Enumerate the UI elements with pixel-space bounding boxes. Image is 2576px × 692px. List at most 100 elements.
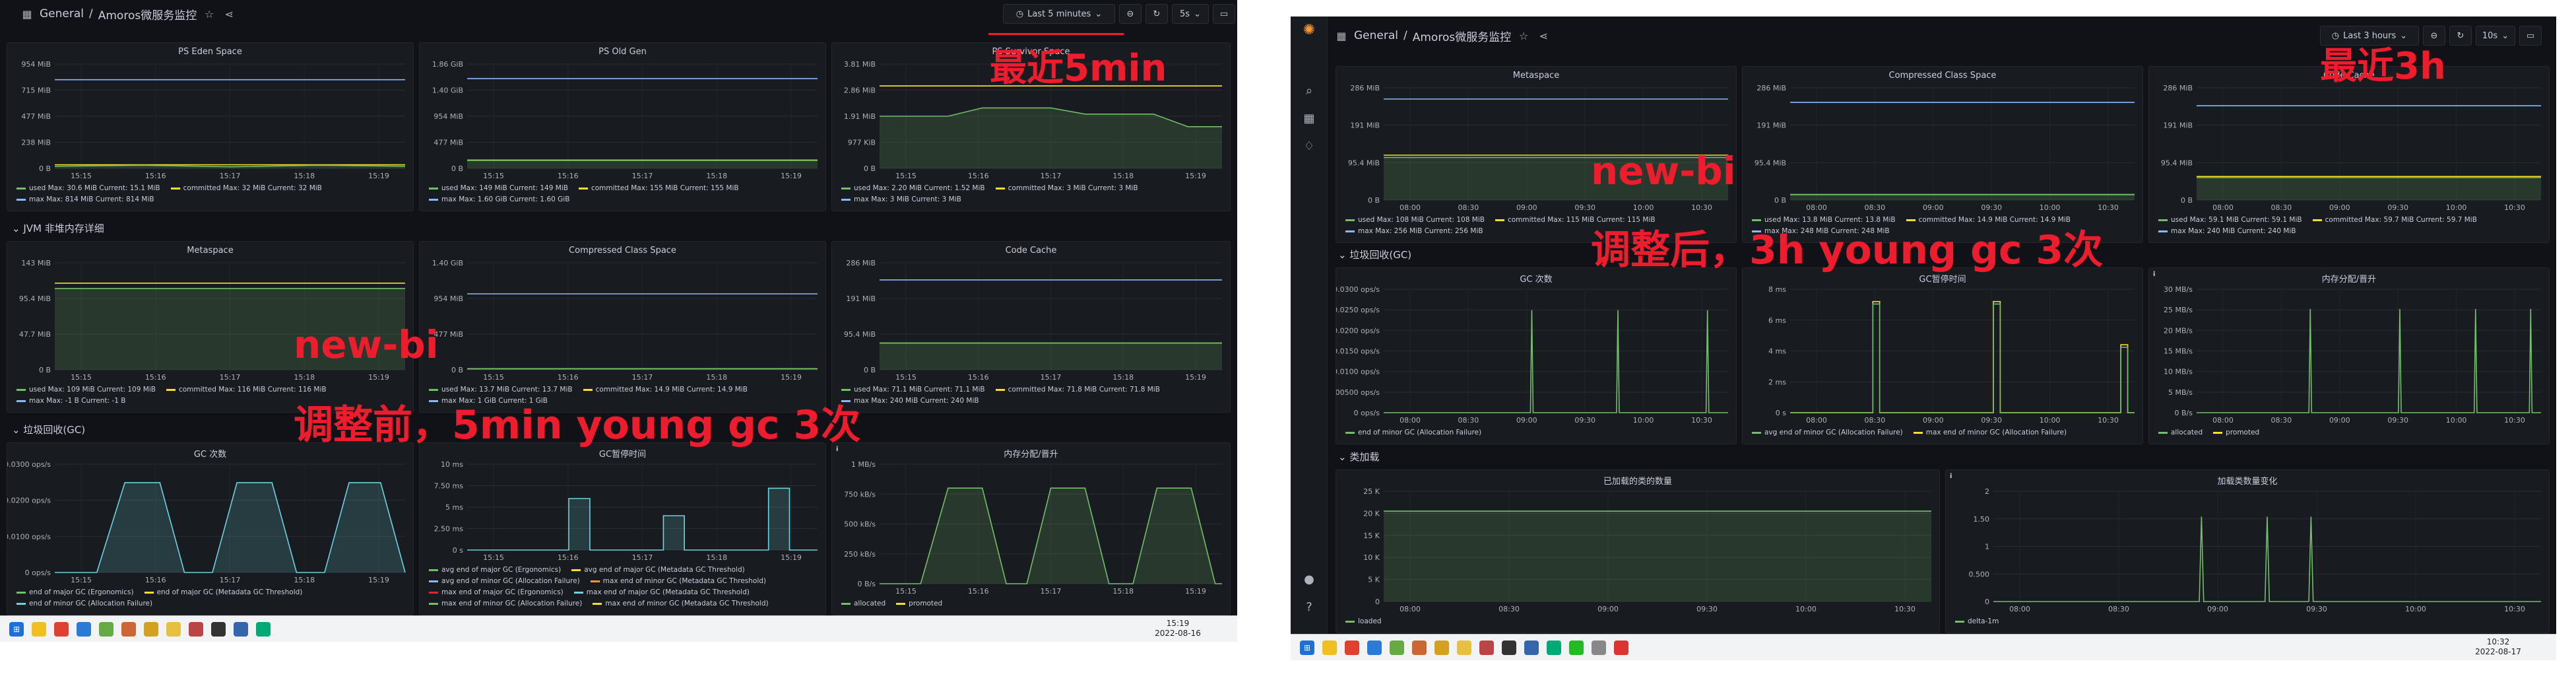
taskbar-app-icon[interactable]: [99, 621, 113, 637]
panel-compressed-class-space[interactable]: Compressed Class Space 1.40 GiB 954 MiB 477…: [419, 241, 826, 413]
alerting-icon[interactable]: ♢: [1301, 138, 1317, 154]
taskbar-app-icon[interactable]: [1569, 640, 1584, 655]
breadcrumb-root[interactable]: General: [40, 7, 84, 20]
legend-item[interactable]: committed Max: 3 MiB Current: 3 MiB: [995, 183, 1138, 194]
legend-item[interactable]: committed Max: 155 MiB Current: 155 MiB: [578, 183, 739, 194]
refresh-button[interactable]: ↻: [1145, 4, 1168, 24]
legend-item[interactable]: max end of major GC (Ergonomics): [429, 587, 564, 598]
legend-item[interactable]: avg end of minor GC (Allocation Failure): [1752, 427, 1903, 438]
legend-item[interactable]: used Max: 108 MiB Current: 108 MiB: [1345, 215, 1485, 226]
legend-item[interactable]: max Max: 256 MiB Current: 256 MiB: [1345, 226, 1483, 237]
panel-compressed-class-space[interactable]: Compressed Class Space 286 MiB 191 MiB 95.4…: [1742, 66, 2143, 243]
panel-code-cache[interactable]: Code Cache 286 MiB 191 MiB 95.4 MiB 0 B 15:15…: [831, 241, 1231, 413]
taskbar-app-icon[interactable]: [1390, 640, 1404, 655]
tv-mode-button[interactable]: ▭: [1213, 4, 1235, 24]
panel-ps-old-gen[interactable]: PS Old Gen 1.86 GiB 1.40 GiB 954 MiB 477 MiB…: [419, 42, 826, 211]
grafana-logo-icon[interactable]: ✺: [1301, 22, 1317, 38]
dashboard-title[interactable]: Amoros微服务监控: [98, 6, 197, 22]
legend-item[interactable]: max Max: 1.60 GiB Current: 1.60 GiB: [429, 194, 569, 205]
taskbar-app-icon[interactable]: [1457, 640, 1471, 655]
legend-item[interactable]: committed Max: 71.8 MiB Current: 71.8 Mi…: [995, 384, 1160, 396]
legend-item[interactable]: committed Max: 59.7 MiB Current: 59.7 Mi…: [2312, 215, 2477, 226]
taskbar-app-icon[interactable]: [1434, 640, 1449, 655]
taskbar-app-icon[interactable]: [1345, 640, 1359, 655]
taskbar-app-icon[interactable]: [1524, 640, 1539, 655]
dashboards-icon[interactable]: ▦: [1301, 110, 1317, 126]
legend-item[interactable]: end of minor GC (Allocation Failure): [16, 598, 152, 609]
star-icon[interactable]: ☆: [202, 7, 216, 21]
panel-gc-pause[interactable]: GC暂停时间 8 ms 6 ms 4 ms 2 ms 0 s 08:00 08:30 09:00…: [1742, 267, 2143, 444]
panel-ps-eden-space[interactable]: PS Eden Space 954 MiB 715 MiB 477 MiB 238 Mi…: [7, 42, 414, 211]
legend-item[interactable]: max Max: -1 B Current: -1 B: [16, 396, 125, 407]
legend-item[interactable]: end of major GC (Metadata GC Threshold): [144, 587, 302, 598]
share-icon[interactable]: ⋖: [222, 7, 236, 21]
legend-item[interactable]: max end of minor GC (Allocation Failure): [429, 598, 582, 609]
legend-item[interactable]: used Max: 59.1 MiB Current: 59.1 MiB: [2158, 215, 2302, 226]
help-icon[interactable]: ?: [1301, 599, 1317, 615]
legend-item[interactable]: used Max: 2.20 MiB Current: 1.52 MiB: [841, 183, 985, 194]
refresh-interval-picker[interactable]: 10s ⌄: [2476, 26, 2515, 46]
row-header-gc[interactable]: ⌄ 垃圾回收(GC): [1338, 248, 1411, 261]
legend-item[interactable]: avg end of major GC (Ergonomics): [429, 565, 561, 576]
user-avatar-icon[interactable]: ●: [1301, 571, 1317, 587]
panel-code-cache[interactable]: Code Cache 286 MiB 191 MiB 95.4 MiB 0 B 08:00…: [2148, 66, 2550, 243]
taskbar-app-icon[interactable]: [1412, 640, 1427, 655]
search-icon[interactable]: ⌕: [1301, 83, 1317, 98]
legend-item[interactable]: end of minor GC (Allocation Failure): [1345, 427, 1481, 438]
legend-item[interactable]: max end of minor GC (Metadata GC Thresho…: [593, 598, 769, 609]
taskbar-app-icon[interactable]: [256, 621, 271, 637]
legend-item[interactable]: max Max: 240 MiB Current: 240 MiB: [2158, 226, 2296, 237]
taskbar-app-icon[interactable]: [144, 621, 158, 637]
legend-item[interactable]: committed Max: 32 MiB Current: 32 MiB: [170, 183, 322, 194]
panel-memory-alloc[interactable]: i 内存分配/晋升 30 MB/s 25 MB/s 20 MB/s 15 MB/s 10 M…: [2148, 267, 2550, 444]
panel-gc-count[interactable]: GC 次数 0.0300 ops/s 0.0200 ops/s 0.0100 ops/…: [7, 442, 414, 615]
panel-gc-count[interactable]: GC 次数 0.0300 ops/s 0.0250 ops/s 0.0200 ops/…: [1336, 267, 1737, 444]
legend-item[interactable]: promoted: [2213, 427, 2259, 438]
taskbar-app-icon[interactable]: [166, 621, 181, 637]
panel-class-load-delta[interactable]: i 加载类数量变化 2 1.50 1 0.500 0 08:00 08:30 09:00 09:30…: [1945, 469, 2550, 633]
breadcrumb-root[interactable]: General: [1354, 29, 1398, 42]
taskbar-app-icon[interactable]: [32, 621, 46, 637]
refresh-interval-picker[interactable]: 5s ⌄: [1172, 4, 1209, 24]
zoom-out-button[interactable]: ⊖: [1119, 4, 1142, 24]
legend-item[interactable]: allocated: [2158, 427, 2203, 438]
taskbar-clock[interactable]: 15:19 2022-08-16: [1151, 619, 1204, 639]
panel-loaded-classes[interactable]: 已加载的类的数量 25 K 20 K 15 K 10 K5 K 0 08:00 08:30 09…: [1336, 469, 1940, 633]
row-header-class-loading[interactable]: ⌄ 类加载: [1338, 450, 1379, 464]
legend-item[interactable]: max Max: 240 MiB Current: 240 MiB: [841, 396, 979, 407]
start-menu-icon[interactable]: ⊞: [9, 621, 24, 637]
legend-item[interactable]: max Max: 814 MiB Current: 814 MiB: [16, 194, 154, 205]
taskbar-app-icon[interactable]: [1547, 640, 1561, 655]
legend-item[interactable]: max Max: 3 MiB Current: 3 MiB: [841, 194, 961, 205]
taskbar-clock[interactable]: 10:32 2022-08-17: [2472, 637, 2525, 657]
share-icon[interactable]: ⋖: [1536, 28, 1551, 43]
taskbar-app-icon[interactable]: [121, 621, 136, 637]
row-header-jvm-nonheap[interactable]: ⌄ JVM 非堆内存详细: [12, 221, 104, 235]
legend-item[interactable]: max end of minor GC (Allocation Failure): [1913, 427, 2067, 438]
legend-item[interactable]: avg end of minor GC (Allocation Failure): [429, 576, 580, 587]
panel-gc-pause[interactable]: GC暂停时间 10 ms 7.50 ms 5 ms 2.50 ms 0 s 15:15 15:…: [419, 442, 826, 615]
legend-item[interactable]: end of major GC (Ergonomics): [16, 587, 134, 598]
taskbar-app-icon[interactable]: [1322, 640, 1337, 655]
taskbar-app-icon[interactable]: [1592, 640, 1606, 655]
legend-item[interactable]: promoted: [896, 598, 942, 609]
taskbar-app-icon[interactable]: [1502, 640, 1516, 655]
star-icon[interactable]: ☆: [1516, 28, 1531, 43]
legend-item[interactable]: avg end of major GC (Metadata GC Thresho…: [571, 565, 745, 576]
taskbar-app-icon[interactable]: [77, 621, 91, 637]
start-menu-icon[interactable]: ⊞: [1300, 640, 1314, 655]
taskbar-app-icon[interactable]: [54, 621, 69, 637]
dashboards-icon[interactable]: ▦: [20, 7, 34, 21]
legend-item[interactable]: loaded: [1345, 616, 1382, 627]
legend-item[interactable]: max end of major GC (Metadata GC Thresho…: [573, 587, 750, 598]
dashboard-title[interactable]: Amoros微服务监控: [1413, 28, 1511, 44]
legend-item[interactable]: max end of minor GC (Metadata GC Thresho…: [590, 576, 766, 587]
taskbar-app-icon[interactable]: [211, 621, 226, 637]
legend-item[interactable]: allocated: [841, 598, 886, 609]
tv-mode-button[interactable]: ▭: [2519, 26, 2542, 46]
legend-item[interactable]: used Max: 30.6 MiB Current: 15.1 MiB: [16, 183, 160, 194]
dashboards-icon[interactable]: ▦: [1334, 28, 1349, 43]
refresh-button[interactable]: ↻: [2449, 26, 2472, 46]
taskbar-app-icon[interactable]: [1614, 640, 1628, 655]
taskbar-app-icon[interactable]: [1479, 640, 1494, 655]
